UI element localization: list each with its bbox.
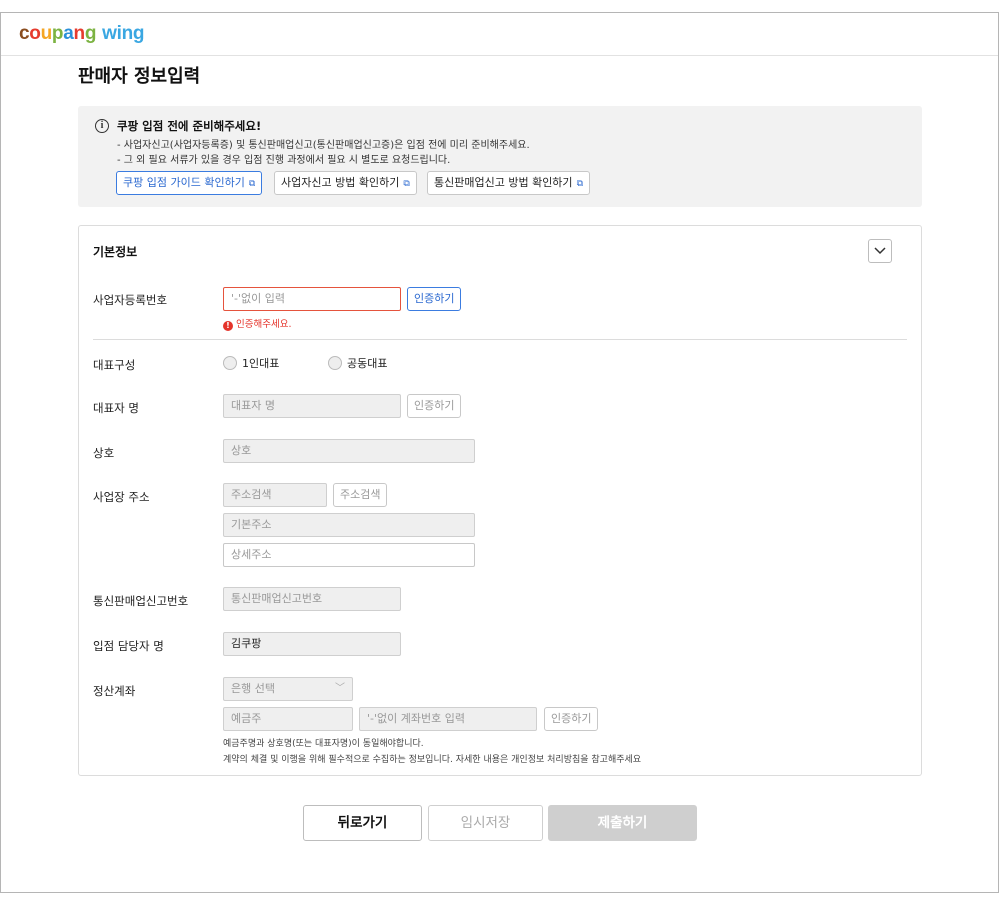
manager-name-input[interactable]: 김쿠팡 [223, 632, 401, 656]
address-basic-input[interactable]: 기본주소 [223, 513, 475, 537]
external-link-icon: ⧉ [403, 179, 410, 189]
logo-letter: o [29, 23, 41, 44]
notice-line: - 그 외 필요 서류가 있을 경우 입점 진행 과정에서 필요 시 별도로 요… [117, 155, 451, 166]
bank-select-value: 은행 선택 [231, 682, 275, 695]
chevron-down-icon [874, 247, 886, 255]
logo-letter: c [19, 23, 30, 44]
logo-letter: p [51, 23, 64, 44]
rep-name-label: 대표자 명 [93, 401, 139, 415]
account-helper-text: 예금주명과 상호명(또는 대표자명)이 동일해야합니다. [223, 739, 424, 749]
external-link-icon: ⧉ [248, 179, 256, 189]
guide-link-label: 쿠팡 입점 가이드 확인하기 [123, 176, 245, 189]
business-number-label: 사업자등록번호 [93, 293, 168, 307]
external-link-icon: ⧉ [576, 179, 583, 189]
business-number-verify-button[interactable]: 인증하기 [407, 287, 462, 311]
address-detail-input[interactable]: 상세주소 [223, 543, 475, 567]
account-label: 정산계좌 [93, 684, 136, 698]
coupang-wing-logo[interactable]: coupang wing [19, 23, 145, 45]
rep-name-verify-button[interactable]: 인증하기 [407, 394, 462, 418]
company-label: 상호 [93, 446, 115, 460]
radio-label: 1인대표 [242, 357, 280, 370]
logo-letter: a [63, 23, 74, 44]
notice-line: - 사업자신고(사업자등록증) 및 통신판매업신고(통신판매업신고증)은 입점 … [117, 140, 530, 151]
logo-letter: g [84, 23, 97, 44]
ecommerce-report-link-label: 통신판매업신고 방법 확인하기 [434, 176, 573, 189]
business-report-link-button[interactable]: 사업자신고 방법 확인하기 ⧉ [274, 171, 417, 195]
rep-name-input[interactable]: 대표자 명 [223, 394, 401, 418]
account-number-input[interactable]: '-'없이 계좌번호 입력 [359, 707, 537, 731]
chevron-down-icon: ﹀ [335, 683, 345, 694]
rep-type-label: 대표구성 [93, 358, 136, 372]
radio-circle [223, 356, 237, 370]
bank-select[interactable]: 은행 선택 ﹀ [223, 677, 353, 701]
company-input[interactable]: 상호 [223, 439, 475, 463]
account-verify-button[interactable]: 인증하기 [544, 707, 599, 731]
error-text: 인증해주세요. [236, 319, 292, 330]
submit-button[interactable]: 제출하기 [548, 805, 697, 841]
error-icon: ! [223, 321, 233, 331]
notice-title: 쿠팡 입점 전에 준비해주세요! [117, 119, 262, 133]
business-number-error: ! 인증해주세요. [223, 316, 291, 331]
basic-info-card: 기본정보 사업자등록번호 '-'없이 입력 인증하기 ! 인증해주세요. 대표구성… [78, 225, 922, 776]
ecommerce-report-link-button[interactable]: 통신판매업신고 방법 확인하기 ⧉ [427, 171, 590, 195]
page-title: 판매자 정보입력 [78, 66, 201, 87]
manager-name-label: 입점 담당자 명 [93, 639, 164, 653]
address-label: 사업장 주소 [93, 490, 150, 504]
business-number-input[interactable]: '-'없이 입력 [223, 287, 401, 311]
logo-letter: n [73, 23, 86, 44]
radio-joint-rep[interactable]: 공동대표 [328, 355, 387, 371]
radio-single-rep[interactable]: 1인대표 [223, 355, 279, 371]
divider [93, 339, 907, 340]
account-holder-input[interactable]: 예금주 [223, 707, 353, 731]
temp-save-button[interactable]: 임시저장 [428, 805, 543, 841]
business-report-link-label: 사업자신고 방법 확인하기 [281, 176, 400, 189]
top-bar: coupang wing [1, 13, 998, 56]
guide-link-button[interactable]: 쿠팡 입점 가이드 확인하기 ⧉ [116, 171, 263, 195]
radio-circle [328, 356, 342, 370]
ecommerce-number-input[interactable]: 통신판매업신고번호 [223, 587, 401, 611]
section-title: 기본정보 [93, 245, 138, 259]
privacy-helper-text: 계약의 체결 및 이행을 위해 필수적으로 수집하는 정보입니다. 자세한 내용… [223, 755, 642, 765]
address-search-button[interactable]: 주소검색 [333, 483, 388, 507]
info-icon: i [95, 119, 109, 133]
logo-wing: wing [102, 23, 145, 44]
logo-letter: u [40, 23, 53, 44]
collapse-button[interactable] [868, 239, 892, 263]
address-search-input[interactable]: 주소검색 [223, 483, 327, 507]
ecommerce-number-label: 통신판매업신고번호 [93, 594, 189, 608]
back-button[interactable]: 뒤로가기 [303, 805, 422, 841]
radio-label: 공동대표 [347, 357, 388, 370]
notice-box: i 쿠팡 입점 전에 준비해주세요! - 사업자신고(사업자등록증) 및 통신판… [78, 106, 922, 207]
